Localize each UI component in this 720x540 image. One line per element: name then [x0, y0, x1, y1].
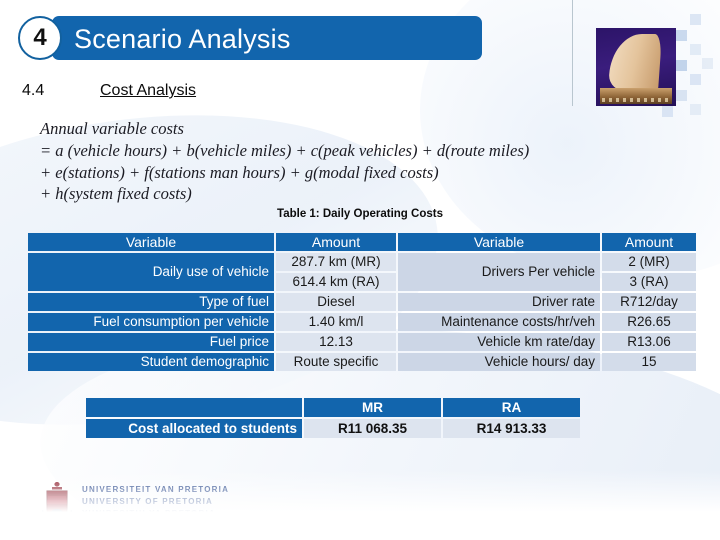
cell-left-label: Type of fuel [28, 293, 274, 311]
vertical-divider [572, 0, 573, 106]
cell-left-label: Fuel consumption per vehicle [28, 313, 274, 331]
cost-allocation-table: MR RA Cost allocated to students R11 068… [84, 396, 582, 440]
cell-right-label: Maintenance costs/hr/veh [398, 313, 600, 331]
formula-line-2: = a (vehicle hours) + b(vehicle miles) +… [40, 140, 530, 160]
slide-canvas: 4 Scenario Analysis 4.4 Cost Analysis Ann… [0, 0, 720, 540]
cell-left-value: Diesel [276, 293, 396, 311]
cell-left-value: 614.4 km (RA) [276, 273, 396, 291]
formula-line-4: + h(system fixed costs) [40, 184, 192, 204]
header-variable-right: Variable [398, 233, 600, 251]
cell-left-value: Route specific [276, 353, 396, 371]
header-amount-left: Amount [276, 233, 396, 251]
cell-left-value: 12.13 [276, 333, 396, 351]
summary-row-label: Cost allocated to students [86, 419, 302, 438]
cell-right-label: Driver rate [398, 293, 600, 311]
section-heading: 4.4 Cost Analysis [22, 82, 196, 100]
table-row: Fuel consumption per vehicle 1.40 km/l M… [28, 313, 696, 331]
cell-right-value: 2 (MR) [602, 253, 696, 271]
cell-left-value: 1.40 km/l [276, 313, 396, 331]
cell-right-label: Vehicle km rate/day [398, 333, 600, 351]
summary-value-mr: R11 068.35 [304, 419, 441, 438]
annual-variable-costs-formula: Annual variable costs = a (vehicle hours… [40, 118, 680, 205]
cell-right-value: R26.65 [602, 313, 696, 331]
summary-header-mr: MR [304, 398, 441, 417]
university-building-photo [596, 28, 676, 106]
header-amount-right: Amount [602, 233, 696, 251]
cell-right-value: R712/day [602, 293, 696, 311]
building-lights [602, 98, 670, 102]
cell-right-value: 3 (RA) [602, 273, 696, 291]
building-roof [607, 34, 663, 92]
table-row: Daily use of vehicle 287.7 km (MR) Drive… [28, 253, 696, 291]
summary-corner-cell [86, 398, 302, 417]
cell-left-value: 287.7 km (MR) [276, 253, 396, 271]
cell-left-label: Fuel price [28, 333, 274, 351]
section-number: 4.4 [22, 82, 45, 99]
table-caption: Table 1: Daily Operating Costs [277, 208, 443, 220]
cell-left-label: Daily use of vehicle [28, 253, 274, 291]
cell-right-value: 15 [602, 353, 696, 371]
summary-header-row: MR RA [86, 398, 580, 417]
table-row: Student demographic Route specific Vehic… [28, 353, 696, 371]
table-row: Type of fuel Diesel Driver rate R712/day [28, 293, 696, 311]
table-header-row: Variable Amount Variable Amount [28, 233, 696, 251]
cell-right-value: R13.06 [602, 333, 696, 351]
chapter-number-badge: 4 [18, 16, 62, 60]
cell-right-label: Vehicle hours/ day [398, 353, 600, 371]
formula-line-3: + e(stations) + f(stations man hours) + … [40, 162, 439, 182]
summary-header-ra: RA [443, 398, 580, 417]
summary-data-row: Cost allocated to students R11 068.35 R1… [86, 419, 580, 438]
cell-right-label: Drivers Per vehicle [398, 253, 600, 291]
header-variable-left: Variable [28, 233, 274, 251]
cell-left-label: Student demographic [28, 353, 274, 371]
formula-line-1: Annual variable costs [40, 119, 184, 138]
section-title: Cost Analysis [100, 82, 197, 99]
background-bottom-fade [0, 470, 720, 540]
daily-operating-costs-table: Variable Amount Variable Amount Daily us… [26, 231, 698, 373]
page-title: Scenario Analysis [74, 24, 291, 54]
summary-value-ra: R14 913.33 [443, 419, 580, 438]
table-row: Fuel price 12.13 Vehicle km rate/day R13… [28, 333, 696, 351]
